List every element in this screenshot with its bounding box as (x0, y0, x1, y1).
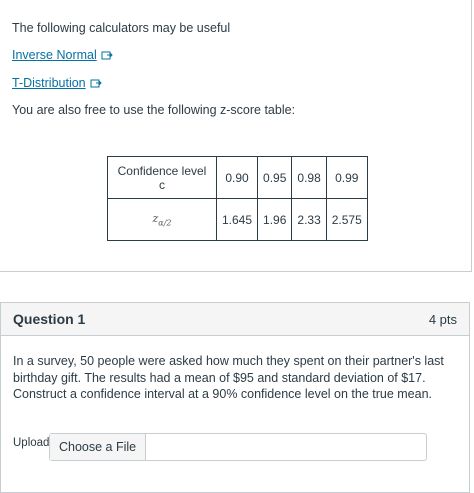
t-distribution-link[interactable]: T-Distribution (12, 76, 102, 90)
z-value-cell: 2.575 (325, 198, 368, 241)
z-score-table: Confidence level c 0.90 0.95 0.98 0.99 z… (107, 156, 368, 241)
calculators-panel: The following calculators may be useful … (0, 0, 472, 272)
t-distribution-label: T-Distribution (12, 76, 86, 90)
z-value-row: zα/2 1.645 1.96 2.33 2.575 (107, 198, 368, 241)
question-text: In a survey, 50 people were asked how mu… (13, 354, 444, 401)
confidence-cell: 0.99 (325, 156, 368, 199)
choose-file-button[interactable]: Choose a File (50, 434, 147, 460)
z-table-intro: You are also free to use the following z… (12, 103, 296, 117)
inverse-normal-label: Inverse Normal (12, 48, 97, 62)
z-value-cell: 2.33 (291, 198, 327, 241)
confidence-level-header: Confidence level c (107, 156, 217, 199)
file-upload-field[interactable]: Choose a File (49, 433, 427, 461)
inverse-normal-link[interactable]: Inverse Normal (12, 48, 113, 62)
question-header: Question 1 4 pts (1, 303, 469, 336)
question-points: 4 pts (428, 311, 457, 327)
external-link-icon (90, 79, 102, 88)
question-card: Question 1 4 pts In a survey, 50 people … (0, 302, 470, 493)
external-link-icon (101, 51, 113, 60)
upload-label: Upload (13, 437, 50, 449)
question-title: Question 1 (13, 311, 86, 327)
z-subscript: α/2 (158, 218, 172, 228)
z-value-cell: 1.645 (215, 198, 259, 241)
confidence-cell: 0.98 (291, 156, 327, 199)
z-alpha-half-header: zα/2 (107, 198, 217, 241)
confidence-cell: 0.95 (257, 156, 293, 199)
confidence-cell: 0.90 (215, 156, 259, 199)
confidence-row: Confidence level c 0.90 0.95 0.98 0.99 (107, 156, 368, 199)
calculators-intro: The following calculators may be useful (12, 21, 231, 35)
z-value-cell: 1.96 (257, 198, 293, 241)
